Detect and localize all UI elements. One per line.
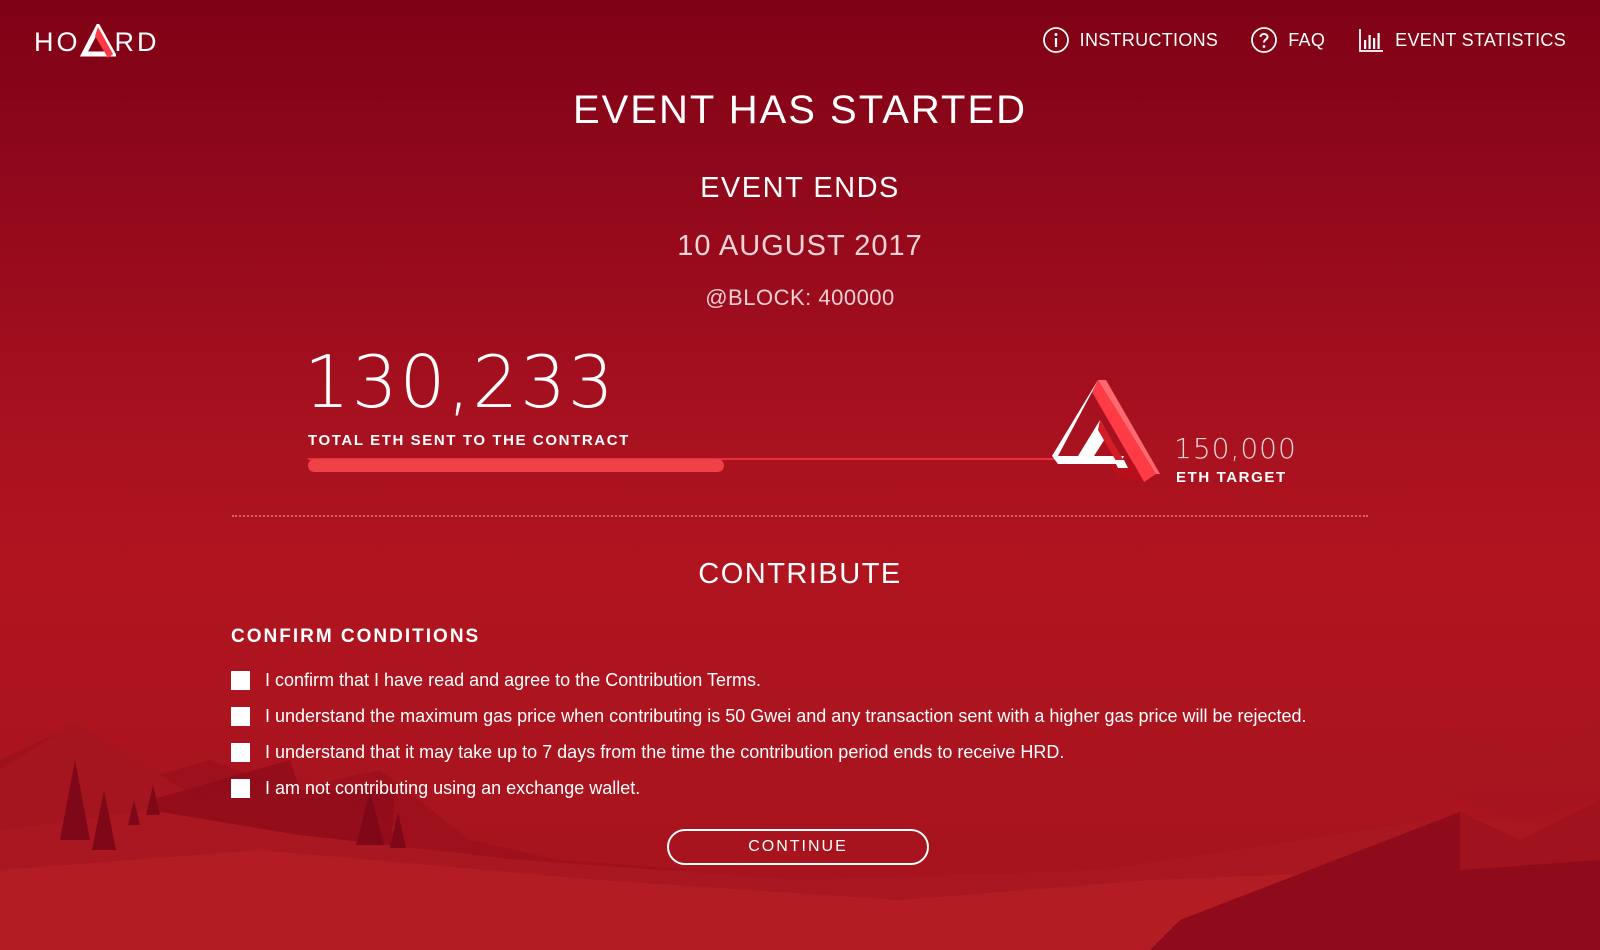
condition-label: I confirm that I have read and agree to … xyxy=(265,669,761,690)
main-content: EVENT HAS STARTED EVENT ENDS 10 AUGUST 2… xyxy=(0,0,1600,950)
eth-target-value: 150,000 xyxy=(1174,432,1297,465)
event-end-date: 10 AUGUST 2017 xyxy=(677,230,923,262)
progress-fill xyxy=(308,459,724,472)
nav-instructions[interactable]: INSTRUCTIONS xyxy=(1042,26,1219,54)
total-eth-label: TOTAL ETH SENT TO THE CONTRACT xyxy=(308,432,630,449)
nav-event-statistics[interactable]: EVENT STATISTICS xyxy=(1357,26,1566,54)
condition-delivery-time[interactable]: I understand that it may take up to 7 da… xyxy=(231,734,1307,770)
nav-faq-label: FAQ xyxy=(1288,29,1326,50)
logo-text-right: RD xyxy=(114,26,160,57)
checkbox[interactable] xyxy=(231,706,250,726)
contribute-title: CONTRIBUTE xyxy=(698,558,902,590)
nav-event-statistics-label: EVENT STATISTICS xyxy=(1395,29,1566,50)
checkbox[interactable] xyxy=(231,670,250,690)
event-ends-label: EVENT ENDS xyxy=(700,172,900,204)
continue-button[interactable]: CONTINUE xyxy=(667,829,929,865)
nav-faq[interactable]: FAQ xyxy=(1250,26,1325,54)
section-divider xyxy=(232,515,1368,517)
logo-text-left: HO xyxy=(34,26,81,57)
info-icon xyxy=(1042,27,1069,53)
condition-label: I understand that it may take up to 7 da… xyxy=(265,741,1065,762)
condition-gas-price[interactable]: I understand the maximum gas price when … xyxy=(231,698,1307,734)
condition-label: I am not contributing using an exchange … xyxy=(265,777,641,798)
event-block-number: @BLOCK: 400000 xyxy=(705,285,895,310)
checkbox[interactable] xyxy=(231,778,250,798)
question-icon xyxy=(1251,27,1278,53)
page-title: EVENT HAS STARTED xyxy=(572,88,1028,132)
condition-exchange-wallet[interactable]: I am not contributing using an exchange … xyxy=(231,770,1307,806)
hoard-logo[interactable]: HO RD xyxy=(34,24,160,60)
eth-target-label: ETH TARGET xyxy=(1176,469,1287,486)
checkbox[interactable] xyxy=(231,742,250,762)
logo-triangle-icon xyxy=(79,24,116,58)
condition-label: I understand the maximum gas price when … xyxy=(265,705,1307,726)
total-eth-value: 130,233 xyxy=(304,340,616,424)
hoard-triangle-icon xyxy=(1052,380,1160,482)
conditions-list: I confirm that I have read and agree to … xyxy=(231,662,1307,806)
condition-terms[interactable]: I confirm that I have read and agree to … xyxy=(231,662,1307,698)
top-nav: INSTRUCTIONS FAQ EVENT STATISTICS xyxy=(1010,26,1566,54)
nav-instructions-label: INSTRUCTIONS xyxy=(1079,29,1219,50)
confirm-conditions-title: CONFIRM CONDITIONS xyxy=(231,626,481,647)
bar-chart-icon xyxy=(1359,29,1384,52)
